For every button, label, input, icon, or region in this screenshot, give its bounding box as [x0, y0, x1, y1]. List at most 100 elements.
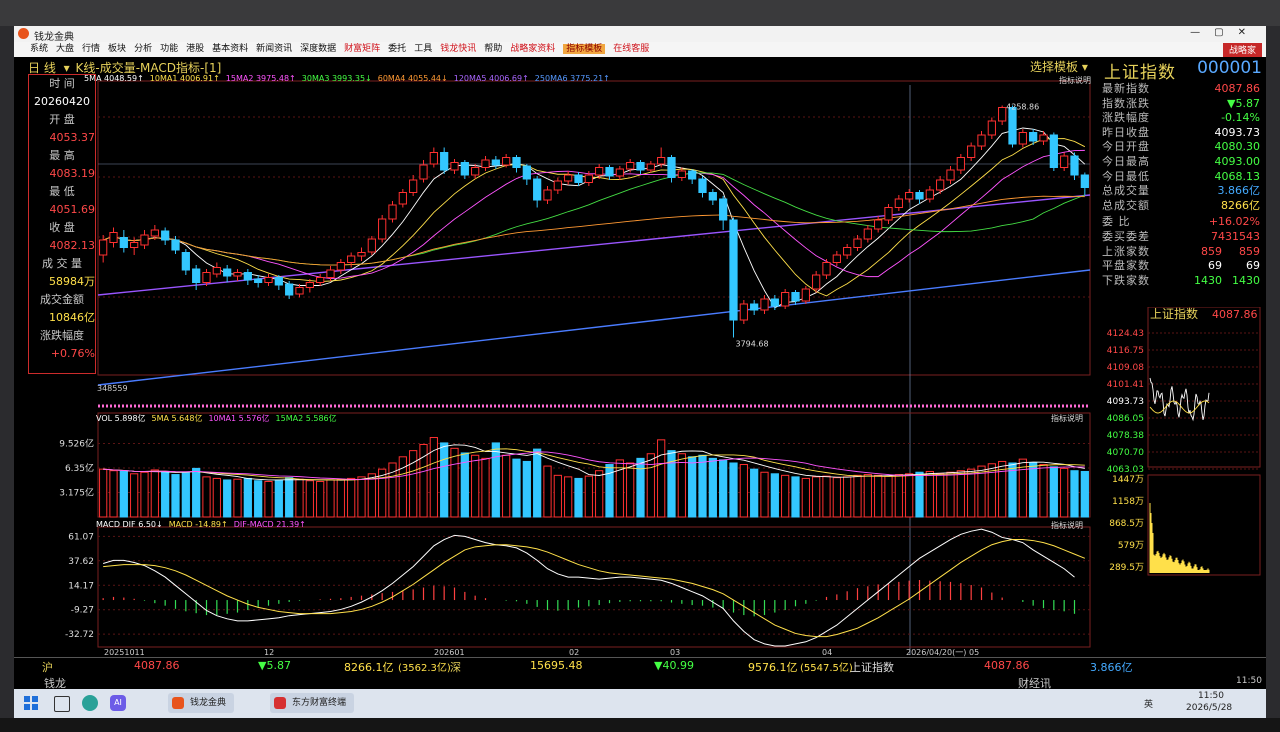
quote-value: 69 — [1246, 259, 1260, 273]
legend-entry: 10MA1 5.576亿 — [208, 414, 270, 423]
volume-bar — [502, 454, 511, 518]
ma5-line — [103, 127, 1086, 309]
breadth-row: 下跌家数 1430 1430 — [1102, 273, 1262, 288]
volume-bar — [491, 442, 500, 518]
legend-entry: 10MA1 4006.91↑ — [149, 74, 220, 83]
menu-item[interactable]: 工具 — [414, 44, 432, 54]
volume-bar — [894, 474, 903, 518]
menu-item[interactable]: 帮助 — [484, 44, 502, 54]
volume-bar — [471, 454, 480, 518]
volume-bar — [760, 471, 769, 518]
candle-body — [109, 232, 118, 243]
menu-item[interactable]: 财富矩阵 — [344, 44, 380, 54]
menu-item[interactable]: 板块 — [108, 44, 126, 54]
candle-body — [481, 159, 490, 168]
volume-bar — [512, 458, 521, 518]
maximize-icon[interactable]: ▢ — [1214, 27, 1237, 38]
sh-amount: 8266.1亿 — [344, 661, 394, 674]
task-qianlong[interactable]: 钱龙金典 — [168, 693, 235, 713]
volume-bar — [832, 477, 841, 518]
clock-time[interactable]: 11:50 — [1198, 691, 1224, 701]
candle-body — [450, 162, 459, 171]
taskbar: AI 钱龙金典 东方财富终端 英 11:50 2026/5/28 — [14, 689, 1266, 718]
volume-bar — [1080, 470, 1089, 518]
breadth-value: 69 — [1208, 259, 1222, 273]
minimize-icon[interactable]: — — [1190, 27, 1214, 38]
quote-value: 3.866亿 — [1217, 184, 1261, 198]
volume-bar — [1070, 470, 1079, 518]
volume-bar — [801, 477, 810, 518]
quote-label: 指数涨跌 — [1102, 96, 1150, 110]
quote-label: 总成交额 — [1102, 198, 1150, 212]
period-dropdown-icon[interactable]: ▾ — [64, 61, 70, 75]
template-select-button[interactable]: 选择模板 ▾ — [1030, 58, 1088, 75]
mini-vol-tick: 868.5万 — [1109, 519, 1144, 529]
volume-help-link[interactable]: 指标说明 — [1051, 413, 1083, 424]
candle-body — [161, 230, 170, 241]
sz-amount: 9576.1亿 — [748, 661, 798, 674]
macd-help-link[interactable]: 指标说明 — [1051, 520, 1083, 531]
candle-body — [357, 252, 366, 257]
quote-value: 859 — [1239, 244, 1260, 258]
legend-entry: 60MA4 4055.44↓ — [377, 74, 448, 83]
task-eastmoney[interactable]: 东方财富终端 — [270, 693, 355, 713]
quote-row: 今日开盘 4080.30 — [1102, 139, 1262, 154]
quote-value: -0.14% — [1221, 111, 1260, 125]
menu-item[interactable]: 指标模板 — [563, 44, 606, 54]
candle-body — [956, 157, 965, 171]
menu-item[interactable]: 功能 — [160, 44, 178, 54]
menu-item[interactable]: 行情 — [82, 44, 100, 54]
menu-item[interactable]: 在线客服 — [613, 44, 649, 54]
price-pane-frame — [97, 80, 1091, 376]
menu-item[interactable]: 港股 — [186, 44, 204, 54]
quote-value: 4080.30 — [1214, 140, 1261, 154]
menu-item[interactable]: 分析 — [134, 44, 152, 54]
date-axis-label: 202601 — [434, 648, 465, 657]
close-icon[interactable]: ✕ — [1238, 27, 1260, 38]
candle-body — [750, 303, 759, 311]
window-controls[interactable]: —▢✕ — [1190, 27, 1260, 38]
candle-body — [595, 167, 604, 176]
volume-bar — [739, 464, 748, 518]
clock-date[interactable]: 2026/5/28 — [1186, 703, 1232, 713]
quote-row: 总成交量 3.866亿 — [1102, 183, 1262, 198]
ime-indicator[interactable]: 英 — [1144, 697, 1153, 710]
legend-entry: 15MA2 5.586亿 — [275, 414, 337, 423]
edge-browser-icon[interactable] — [82, 695, 98, 711]
volume-bar — [874, 474, 883, 518]
indicator-help-link[interactable]: 指标说明 — [1059, 75, 1091, 86]
volume-axis-label: 9.526亿 — [59, 437, 94, 449]
volume-bar — [770, 473, 779, 518]
menu-item[interactable]: 系统 — [30, 44, 48, 54]
candle-body — [1060, 155, 1069, 168]
menu-item[interactable]: 深度数据 — [300, 44, 336, 54]
candle-body — [1039, 134, 1048, 142]
ai-assistant-icon[interactable]: AI — [110, 695, 126, 711]
candle-body — [770, 298, 779, 307]
volume-bar — [791, 476, 800, 518]
menu-item[interactable]: 新闻资讯 — [256, 44, 292, 54]
candle-body — [998, 107, 1007, 122]
legend-entry: MACD -14.89↑ — [168, 520, 228, 529]
candle-body — [729, 219, 738, 321]
period-selector[interactable]: 日 线 — [28, 61, 56, 75]
menu-item[interactable]: 钱龙快讯 — [440, 44, 476, 54]
menu-item[interactable]: 大盘 — [56, 44, 74, 54]
task-view-icon[interactable] — [54, 696, 70, 712]
sz-change: ▼40.99 — [654, 659, 694, 672]
qianlong-app-icon — [172, 697, 184, 709]
candle-body — [388, 204, 397, 220]
candle-body — [874, 219, 883, 230]
open-label: 开 盘 — [49, 113, 75, 126]
menu-item[interactable]: 基本资料 — [212, 44, 248, 54]
breadth-row: 上涨家数 859 859 — [1102, 244, 1262, 259]
candle-body — [553, 180, 562, 191]
menu-item[interactable]: 战略家资料 — [510, 44, 555, 54]
start-icon[interactable] — [24, 696, 38, 710]
menu-item[interactable]: 委托 — [388, 44, 406, 54]
volume-bar — [223, 479, 232, 518]
date-value: 20260420 — [34, 95, 90, 108]
index-code: 000001 — [1197, 58, 1262, 78]
candle-body — [409, 179, 418, 193]
main-chart-svg: 4258.86 3794.68 9.526亿 6.35亿 3.175亿 61.07 37.6… — [59, 80, 1091, 657]
